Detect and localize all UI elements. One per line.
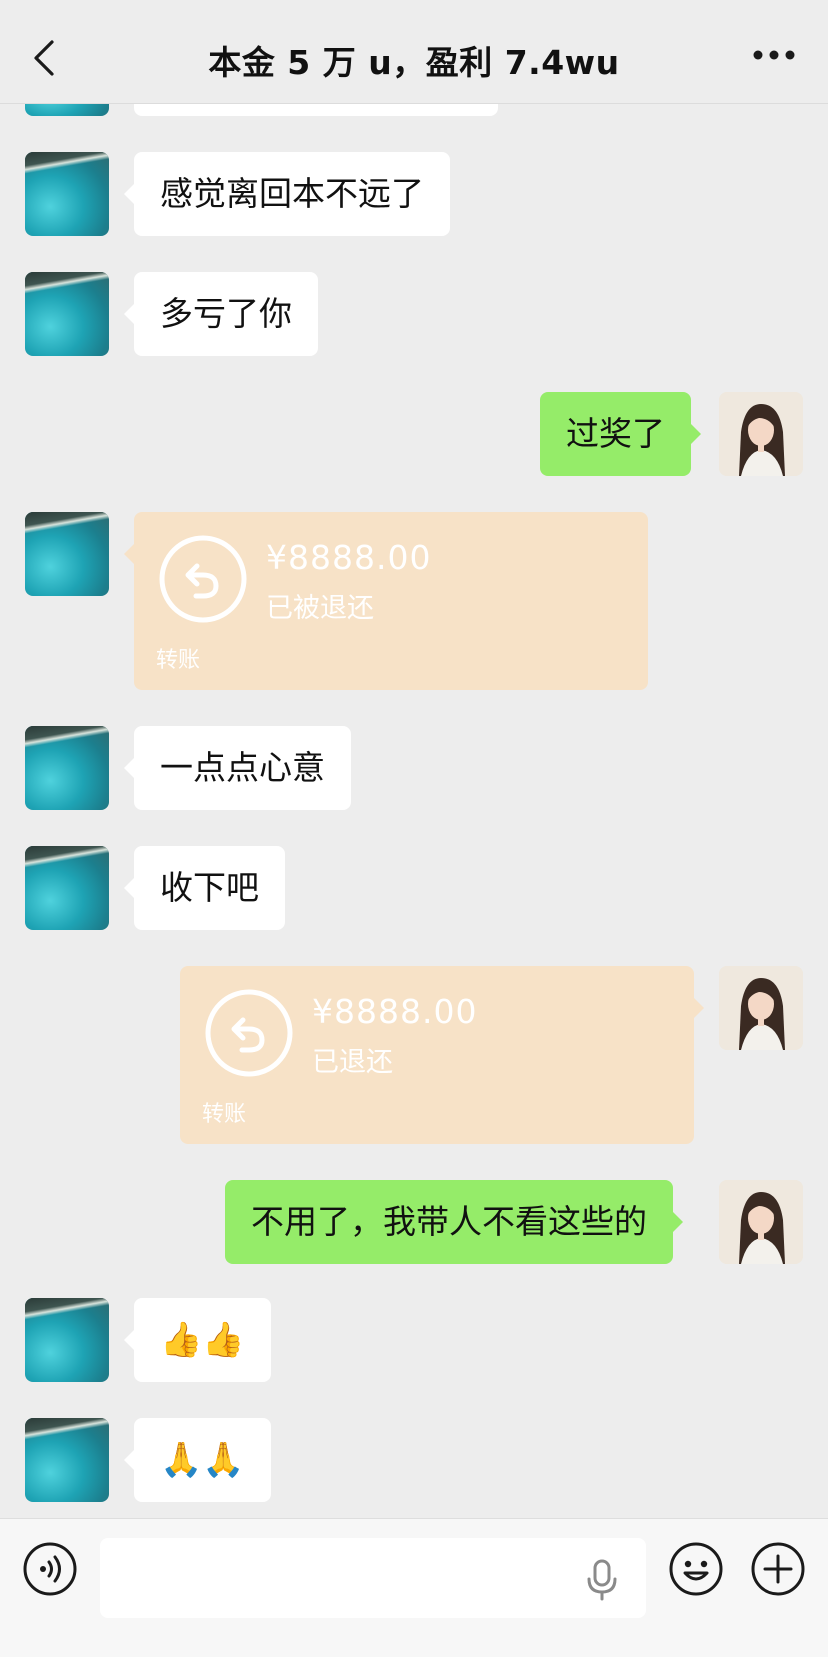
contact-avatar[interactable] (25, 726, 109, 810)
transfer-status: 已被退还 (266, 593, 374, 624)
woman-portrait-icon (719, 1180, 803, 1264)
message-text: 不用了，我带人不看这些的 (251, 1202, 647, 1241)
transfer-label: 转账 (202, 1102, 247, 1127)
chat-title: 本金 5 万 u，盈利 7.4wu (208, 43, 620, 82)
my-avatar[interactable] (719, 1180, 803, 1264)
transfer-amount: ¥8888.00 (312, 992, 478, 1031)
message-bubble-incoming[interactable]: 👍👍 (124, 1298, 271, 1382)
message-bubble-incoming[interactable]: 🙏🙏 (124, 1418, 271, 1502)
chat-header: 本金 5 万 u，盈利 7.4wu (0, 0, 828, 104)
transfer-amount: ¥8888.00 (266, 538, 432, 577)
transfer-label: 转账 (156, 648, 201, 673)
contact-avatar[interactable] (25, 512, 109, 596)
message-text: 感觉离回本不远了 (160, 174, 424, 213)
message-bubble-outgoing[interactable]: 过奖了 (540, 392, 701, 476)
voice-icon[interactable] (22, 1541, 78, 1597)
woman-portrait-icon (719, 966, 803, 1050)
message-input[interactable] (100, 1538, 646, 1618)
microphone-icon[interactable] (584, 1558, 620, 1602)
return-arrow-icon (205, 989, 293, 1077)
message-bubble-incoming[interactable]: 收下吧 (124, 846, 285, 930)
contact-avatar[interactable] (25, 272, 109, 356)
chat-area[interactable]: 感觉离回本不远了 多亏了你 过奖了 ¥8888.00 已被退还 转账 一点点心意… (0, 0, 828, 1518)
contact-avatar[interactable] (25, 1418, 109, 1502)
contact-avatar[interactable] (25, 152, 109, 236)
message-bubble-incoming[interactable]: 感觉离回本不远了 (124, 152, 450, 236)
transfer-card-incoming[interactable]: ¥8888.00 已被退还 转账 (124, 512, 648, 690)
contact-avatar[interactable] (25, 1298, 109, 1382)
praying-hands-emoji: 🙏🙏 (160, 1440, 245, 1480)
message-text: 一点点心意 (160, 748, 325, 787)
contact-avatar[interactable] (25, 846, 109, 930)
plus-icon[interactable] (750, 1541, 806, 1597)
thumbs-up-emoji: 👍👍 (160, 1320, 245, 1360)
return-arrow-icon (159, 535, 247, 623)
emoji-icon[interactable] (668, 1541, 724, 1597)
my-avatar[interactable] (719, 966, 803, 1050)
woman-portrait-icon (719, 392, 803, 476)
ellipsis-icon[interactable] (752, 48, 796, 62)
transfer-card-outgoing[interactable]: ¥8888.00 已退还 转账 (180, 966, 704, 1144)
message-text: 过奖了 (566, 414, 665, 453)
message-bubble-incoming[interactable]: 多亏了你 (124, 272, 318, 356)
message-text: 收下吧 (160, 868, 259, 907)
message-text: 多亏了你 (160, 294, 292, 333)
message-bubble-outgoing[interactable]: 不用了，我带人不看这些的 (225, 1180, 683, 1264)
transfer-status: 已退还 (312, 1047, 393, 1078)
message-bubble-incoming[interactable]: 一点点心意 (124, 726, 351, 810)
input-toolbar (0, 1518, 828, 1657)
my-avatar[interactable] (719, 392, 803, 476)
